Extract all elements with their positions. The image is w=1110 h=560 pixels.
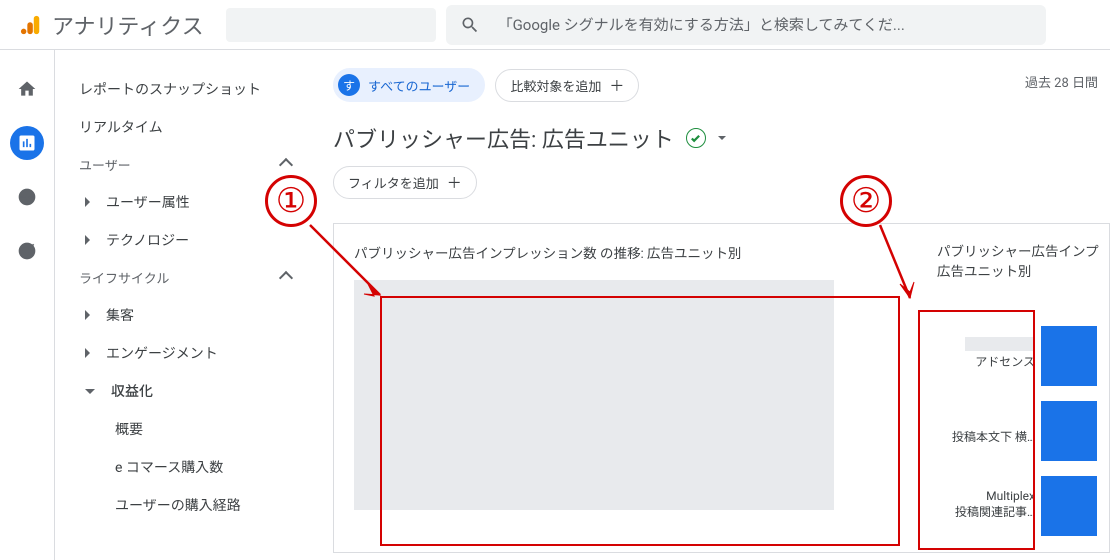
page-title: パブリッシャー広告: 広告ユニット (333, 122, 1110, 154)
status-check-icon[interactable] (686, 128, 706, 148)
annotation-arrow-1 (300, 220, 400, 310)
bar-label: Multiplex 投稿関連記事… (937, 489, 1035, 535)
plus-icon: ＋ (609, 75, 624, 96)
sidebar-item-engagement[interactable]: エンゲージメント (55, 334, 315, 372)
sidebar-item-ecommerce[interactable]: e コマース購入数 (55, 448, 315, 486)
sidebar-item-label: 収益化 (111, 381, 153, 401)
main-content: す すべてのユーザー 比較対象を追加 ＋ 過去 28 日間 パブリッシャー広告:… (315, 50, 1110, 560)
rail-advertising-icon[interactable] (10, 234, 44, 268)
segment-label: すべてのユーザー (368, 76, 470, 95)
chevron-down-icon[interactable] (718, 136, 726, 140)
search-box[interactable]: 「Google シグナルを有効にする方法」と検索してみてくだ... (446, 5, 1046, 45)
add-filter-label: フィルタを追加 (348, 173, 439, 192)
rail-explore-icon[interactable] (10, 180, 44, 214)
segment-row: す すべてのユーザー 比較対象を追加 ＋ 過去 28 日間 (333, 68, 1110, 102)
sidebar-item-monetization[interactable]: 収益化 (55, 372, 315, 410)
caret-right-icon (85, 197, 90, 207)
brand-name: アナリティクス (52, 9, 204, 41)
bar-fill (1041, 326, 1097, 386)
app-header: アナリティクス 「Google シグナルを有効にする方法」と検索してみてくだ..… (0, 0, 1110, 50)
analytics-logo-icon (20, 14, 42, 36)
brand-logo[interactable]: アナリティクス (8, 9, 204, 41)
search-placeholder: 「Google シグナルを有効にする方法」と検索してみてくだ... (498, 14, 905, 35)
bar-row: 投稿本文下 横… (937, 386, 1109, 461)
annotation-arrow-2 (870, 220, 930, 310)
sidebar-item-snapshot[interactable]: レポートのスナップショット (55, 70, 315, 108)
chevron-up-icon (279, 157, 293, 171)
segment-avatar-icon: す (338, 74, 360, 96)
chevron-up-icon (279, 270, 293, 284)
sidebar-item-label: ユーザー属性 (106, 192, 190, 212)
add-comparison-label: 比較対象を追加 (510, 76, 601, 95)
bar-label: 投稿本文下 横… (937, 430, 1035, 461)
bar-panel-title: パブリッシャー広告インプ 広告ユニット別 (937, 242, 1109, 283)
card-timeseries-panel: パブリッシャー広告インプレッション数 の推移: 広告ユニット別 (334, 224, 919, 552)
nav-rail (0, 50, 55, 560)
sidebar-item-realtime[interactable]: リアルタイム (55, 108, 315, 146)
bar-panel-title-l1: パブリッシャー広告インプ (937, 244, 1099, 260)
bar-label-text: アドセンス (975, 355, 1035, 369)
report-card: パブリッシャー広告インプレッション数 の推移: 広告ユニット別 パブリッシャー広… (333, 223, 1110, 553)
search-icon (460, 15, 480, 35)
card-bar-panel: パブリッシャー広告インプ 広告ユニット別 アドセンス 投稿本文下 横… (919, 224, 1109, 552)
property-selector[interactable] (226, 8, 436, 42)
rail-reports-icon[interactable] (10, 126, 44, 160)
report-nav-sidebar: レポートのスナップショット リアルタイム ユーザー ユーザー属性 テクノロジー … (55, 50, 315, 560)
rail-home-icon[interactable] (10, 72, 44, 106)
sidebar-section-lifecycle-label: ライフサイクル (79, 268, 169, 287)
bar-fill (1041, 476, 1097, 536)
caret-right-icon (85, 235, 90, 245)
bar-fill (1041, 401, 1097, 461)
date-range-picker[interactable]: 過去 28 日間 (1025, 72, 1098, 91)
bar-row: アドセンス (937, 311, 1109, 386)
caret-right-icon (85, 310, 90, 320)
plus-icon: ＋ (447, 172, 462, 193)
timeseries-title: パブリッシャー広告インプレッション数 の推移: 広告ユニット別 (354, 242, 899, 262)
caret-down-icon (85, 389, 95, 394)
sidebar-item-overview[interactable]: 概要 (55, 410, 315, 448)
sidebar-section-user[interactable]: ユーザー (55, 146, 315, 183)
segment-chip-all-users[interactable]: す すべてのユーザー (333, 68, 485, 102)
sidebar-item-acquisition[interactable]: 集客 (55, 296, 315, 334)
bar-row: Multiplex 投稿関連記事… (937, 461, 1109, 536)
add-filter-button[interactable]: フィルタを追加 ＋ (333, 166, 477, 199)
sidebar-item-label: エンゲージメント (106, 343, 218, 363)
bar-list: アドセンス 投稿本文下 横… Multiplex 投稿関連記事… (937, 311, 1109, 536)
page-title-text: パブリッシャー広告: 広告ユニット (333, 122, 674, 154)
bar-panel-title-l2: 広告ユニット別 (937, 264, 1032, 280)
sidebar-section-user-label: ユーザー (79, 155, 131, 174)
timeseries-chart-redacted (354, 280, 834, 510)
add-comparison-button[interactable]: 比較対象を追加 ＋ (495, 69, 639, 102)
sidebar-section-lifecycle[interactable]: ライフサイクル (55, 259, 315, 296)
sidebar-item-label: 集客 (106, 305, 134, 325)
sidebar-item-label: テクノロジー (106, 230, 189, 250)
sidebar-item-technology[interactable]: テクノロジー (55, 221, 315, 259)
redacted-text (965, 337, 1035, 351)
bar-label: アドセンス (937, 337, 1035, 386)
caret-right-icon (85, 348, 90, 358)
sidebar-item-purchase-path[interactable]: ユーザーの購入経路 (55, 486, 315, 524)
